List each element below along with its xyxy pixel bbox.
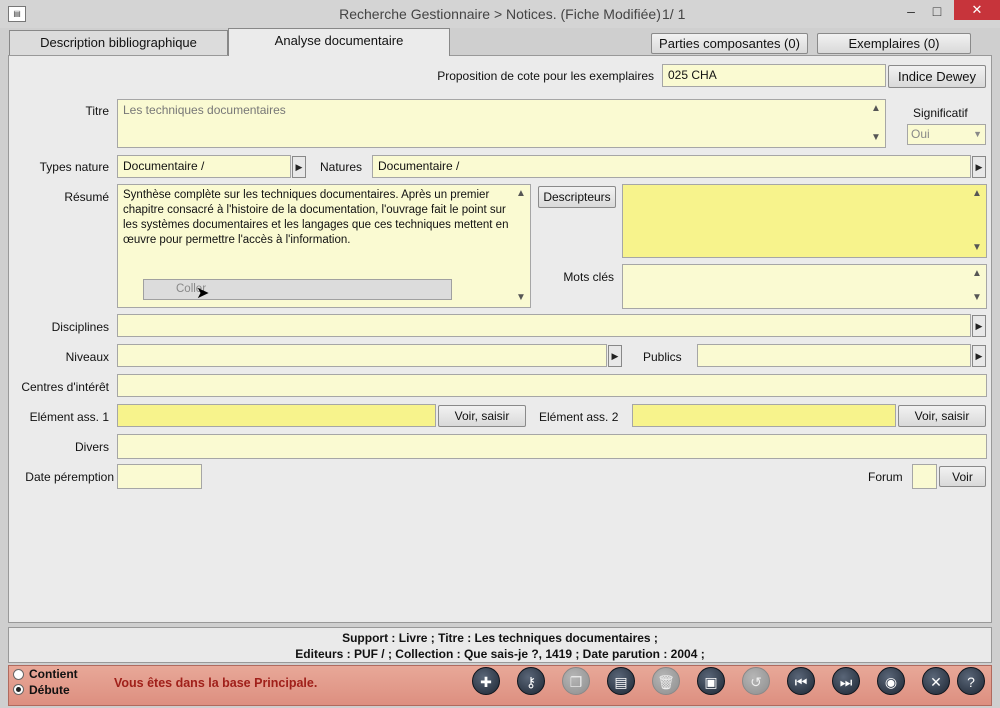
new-record-icon[interactable]: ✚ — [472, 667, 500, 695]
radio-debute[interactable] — [13, 684, 24, 695]
niveaux-arrow-icon[interactable]: ▶ — [608, 345, 622, 367]
titre-field[interactable]: Les techniques documentaires — [117, 99, 886, 148]
summary-line-1: Support : Livre ; Titre : Les techniques… — [342, 631, 658, 645]
element-ass-1-label: Elément ass. 1 — [29, 410, 109, 424]
types-nature-label: Types nature — [39, 160, 109, 174]
types-nature-field[interactable]: Documentaire / — [117, 155, 291, 178]
resume-text: Synthèse complète sur les techniques doc… — [123, 189, 509, 246]
mouse-cursor-icon: ➤ — [196, 285, 210, 302]
forum-field[interactable] — [912, 464, 937, 489]
titre-value: Les techniques documentaires — [123, 103, 286, 117]
element-ass-2-label: Elément ass. 2 — [539, 410, 619, 424]
titre-scroll-down-icon[interactable]: ▼ — [869, 132, 883, 143]
element-ass-1-voir-button[interactable]: Voir, saisir — [438, 405, 526, 427]
paste-menu-item[interactable]: Coller — [143, 279, 452, 300]
element-ass-2-voir-button[interactable]: Voir, saisir — [898, 405, 986, 427]
help-icon[interactable]: ? — [957, 667, 985, 695]
descripteurs-scroll-up-icon[interactable]: ▲ — [970, 188, 984, 199]
niveaux-field[interactable] — [117, 344, 607, 367]
summary-line-2: Editeurs : PUF / ; Collection : Que sais… — [295, 647, 705, 661]
window-title: Recherche Gestionnaire > Notices. (Fiche… — [339, 6, 686, 22]
tab-description-bibliographique[interactable]: Description bibliographique — [9, 30, 228, 55]
title-bar: ▤ Recherche Gestionnaire > Notices. (Fic… — [0, 0, 1000, 28]
significatif-label: Significatif — [913, 106, 968, 120]
niveaux-label: Niveaux — [65, 350, 109, 364]
disciplines-label: Disciplines — [51, 320, 109, 334]
resume-scroll-up-icon[interactable]: ▲ — [514, 188, 528, 199]
forum-label: Forum — [868, 470, 903, 484]
status-message: Vous êtes dans la base Principale. — [114, 676, 318, 690]
element-ass-1-field[interactable] — [117, 404, 436, 427]
radio-contient-label: Contient — [29, 667, 78, 681]
element-ass-2-field[interactable] — [632, 404, 896, 427]
titre-label: Titre — [85, 104, 109, 118]
key-icon[interactable]: ⚷ — [517, 667, 545, 695]
indice-dewey-button[interactable]: Indice Dewey — [888, 65, 986, 88]
mots-cles-field[interactable] — [622, 264, 987, 309]
window-close-button[interactable]: ✕ — [954, 0, 1000, 20]
publics-field[interactable] — [697, 344, 971, 367]
record-counter: 1/ 1 — [662, 6, 686, 22]
copy-icon[interactable]: ❐ — [562, 667, 590, 695]
descripteurs-button[interactable]: Descripteurs — [538, 186, 616, 208]
natures-label: Natures — [320, 160, 363, 174]
tab-analyse-documentaire[interactable]: Analyse documentaire — [228, 28, 450, 56]
radio-contient[interactable] — [13, 669, 24, 680]
exemplaires-button[interactable]: Exemplaires (0) — [817, 33, 971, 54]
disciplines-arrow-icon[interactable]: ▶ — [972, 315, 986, 337]
divers-field[interactable] — [117, 434, 987, 459]
mots-cles-label: Mots clés — [563, 270, 614, 284]
parties-composantes-button[interactable]: Parties composantes (0) — [651, 33, 808, 54]
last-record-icon[interactable]: ⏭ — [832, 667, 860, 695]
date-peremption-label: Date péremption — [25, 470, 114, 484]
maximize-button[interactable]: □ — [922, 0, 952, 22]
centres-interet-label: Centres d'intérêt — [21, 380, 109, 394]
descripteurs-field[interactable] — [622, 184, 987, 258]
save-icon[interactable]: ▣ — [697, 667, 725, 695]
divers-label: Divers — [74, 440, 109, 454]
first-record-icon[interactable]: ⏮ — [787, 667, 815, 695]
publics-label: Publics — [643, 350, 682, 364]
chevron-down-icon: ▼ — [973, 129, 982, 139]
disciplines-field[interactable] — [117, 314, 971, 337]
trash-icon[interactable]: 🗑 — [652, 667, 680, 695]
forum-voir-button[interactable]: Voir — [939, 466, 986, 487]
natures-arrow-icon[interactable]: ▶ — [972, 156, 986, 178]
centres-interet-field[interactable] — [117, 374, 987, 397]
titre-scroll-up-icon[interactable]: ▲ — [869, 103, 883, 114]
close-icon[interactable]: ✕ — [922, 667, 950, 695]
cote-label: Proposition de cote pour les exemplaires — [437, 69, 654, 83]
date-peremption-field[interactable] — [117, 464, 202, 489]
resume-label: Résumé — [64, 190, 109, 204]
undo-icon[interactable]: ↺ — [742, 667, 770, 695]
types-nature-arrow-icon[interactable]: ▶ — [292, 156, 306, 178]
document-icon[interactable]: ▤ — [607, 667, 635, 695]
radio-debute-label: Débute — [29, 683, 70, 697]
descripteurs-scroll-down-icon[interactable]: ▼ — [970, 242, 984, 253]
mots-cles-scroll-down-icon[interactable]: ▼ — [970, 292, 984, 303]
significatif-value: Oui — [911, 127, 930, 141]
publics-arrow-icon[interactable]: ▶ — [972, 345, 986, 367]
cote-field[interactable]: 025 CHA — [662, 64, 886, 87]
mots-cles-scroll-up-icon[interactable]: ▲ — [970, 268, 984, 279]
eye-icon[interactable]: ◉ — [877, 667, 905, 695]
resume-scroll-down-icon[interactable]: ▼ — [514, 292, 528, 303]
significatif-select[interactable]: Oui ▼ — [907, 124, 986, 145]
natures-field[interactable]: Documentaire / — [372, 155, 971, 178]
record-summary: Support : Livre ; Titre : Les techniques… — [8, 627, 992, 663]
